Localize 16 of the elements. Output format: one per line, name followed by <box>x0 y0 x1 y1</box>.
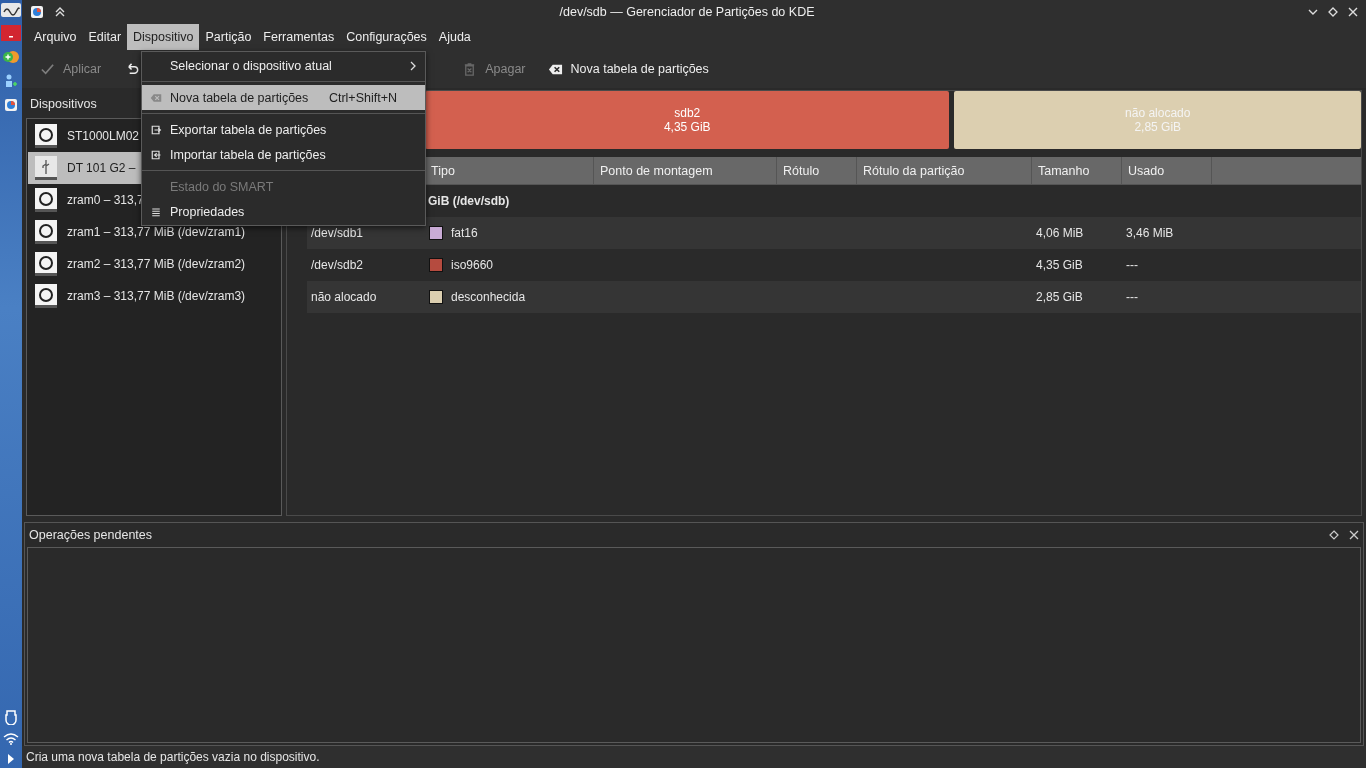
used-cell: 3,46 MiB <box>1126 226 1174 240</box>
panel-title: Dispositivos <box>30 97 97 111</box>
type-cell: iso9660 <box>451 258 494 272</box>
window-title: /dev/sdb — Gerenciador de Partições do KDE <box>558 5 816 19</box>
panel-title: Operações pendentes <box>29 528 153 542</box>
type-cell: fat16 <box>451 226 478 240</box>
partition-name: /dev/sdb1 <box>311 226 364 240</box>
partition-name: não alocado <box>311 290 377 304</box>
size-cell: 2,85 GiB <box>1036 290 1083 304</box>
used-cell: --- <box>1126 258 1138 272</box>
status-text: Cria uma nova tabela de partições vazia no dispositivo. <box>26 750 320 764</box>
used-cell: --- <box>1126 290 1138 304</box>
size-cell: 4,35 GiB <box>1036 258 1083 272</box>
type-cell: desconhecida <box>451 290 526 304</box>
size-cell: 4,06 MiB <box>1036 226 1084 240</box>
partition-name: /dev/sdb2 <box>311 258 364 272</box>
